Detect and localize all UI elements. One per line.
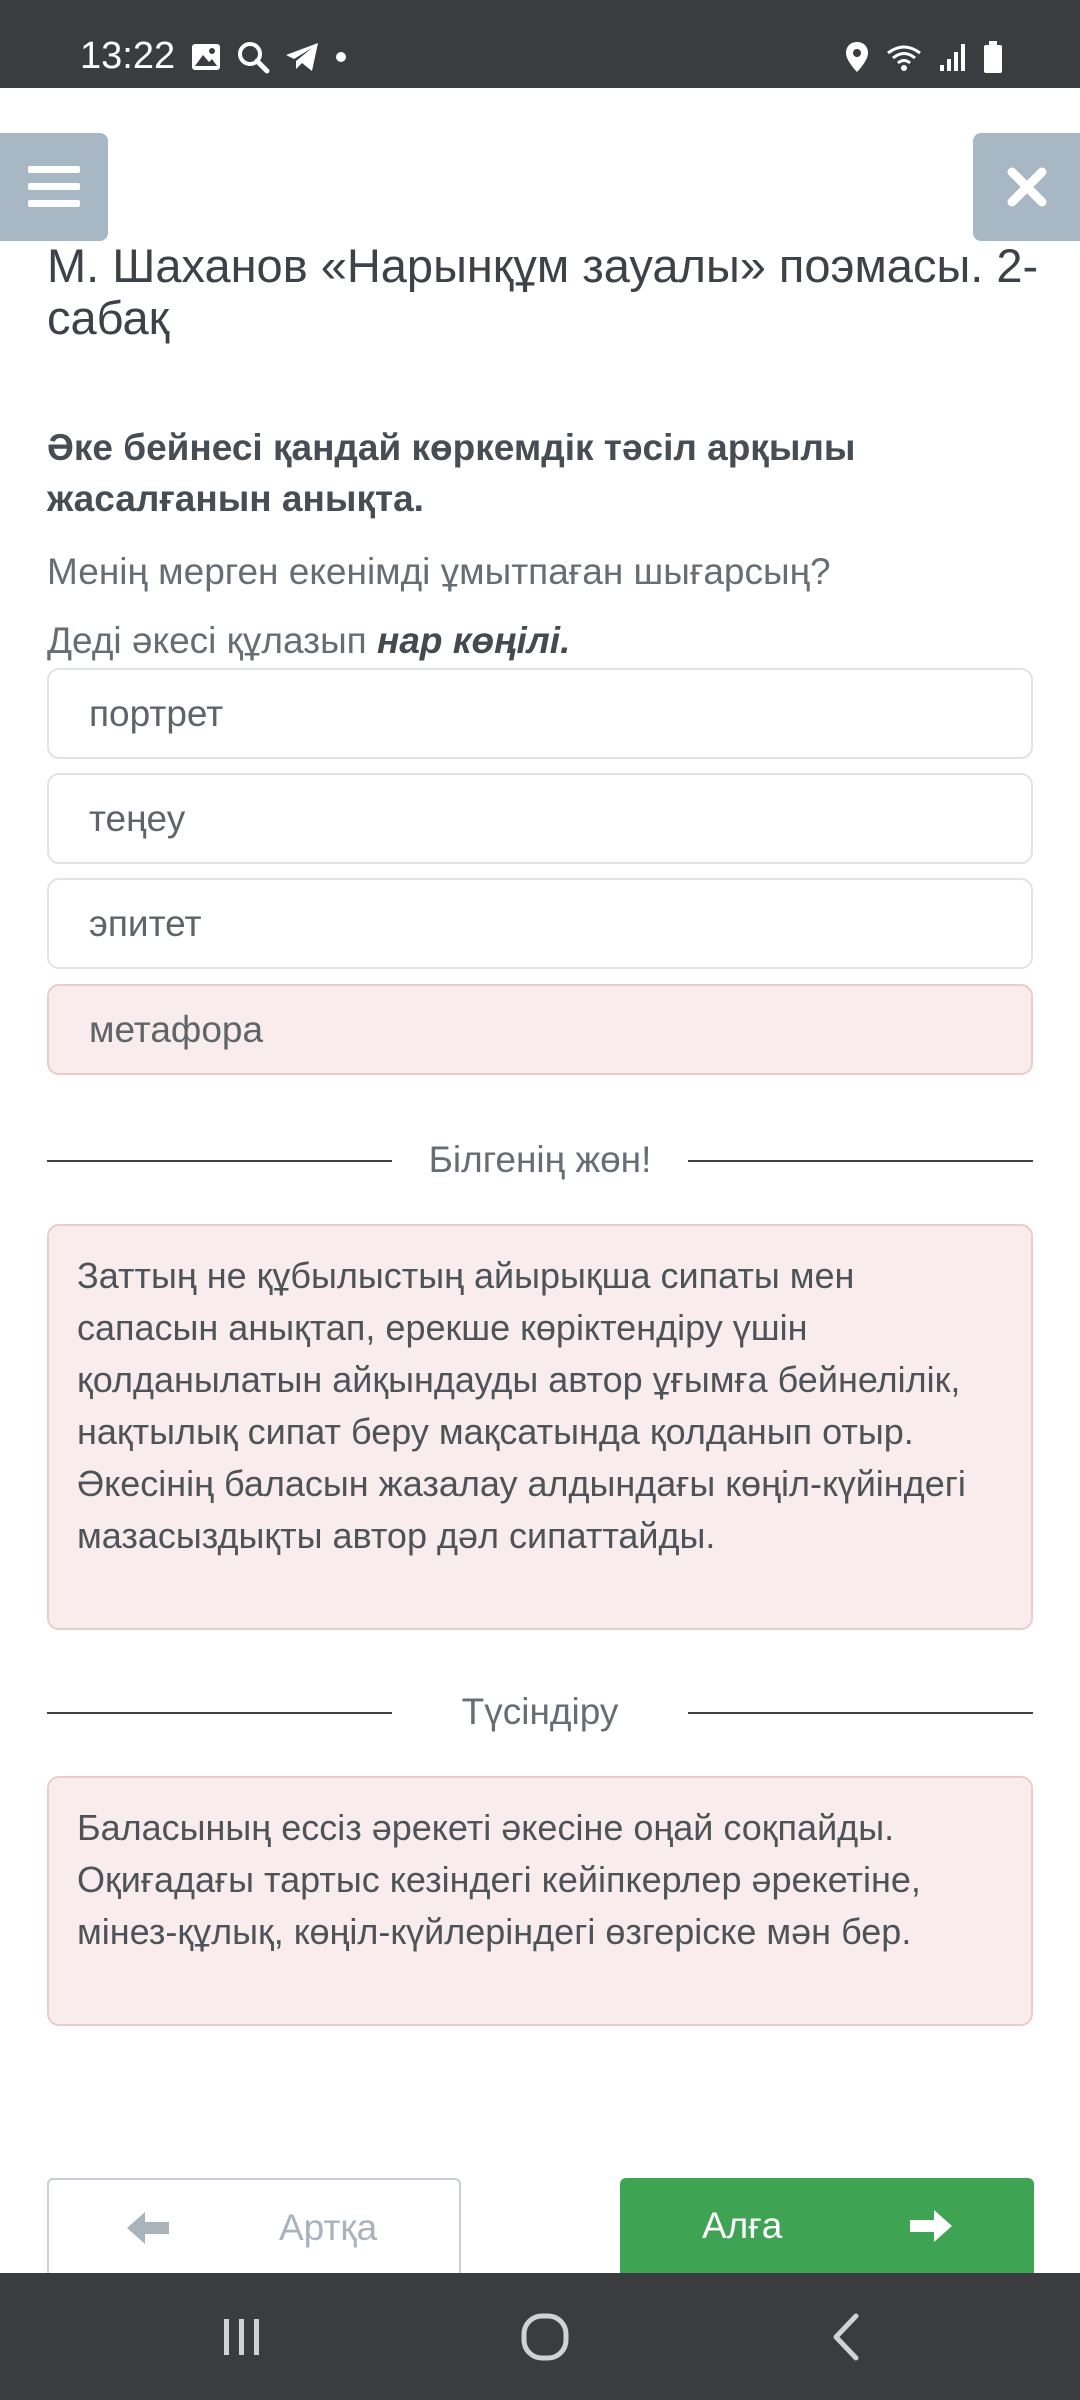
question-text: Әке бейнесі қандай көркемдік тәсіл арқыл…: [47, 427, 856, 519]
option-metafora[interactable]: метафора: [47, 984, 1033, 1075]
divider-line: [688, 1160, 1033, 1162]
feedback-divider: Білгенің жөн!: [47, 1135, 1033, 1185]
recent-apps-button[interactable]: [202, 2305, 282, 2369]
option-tenew[interactable]: теңеу: [47, 773, 1033, 864]
home-icon: [521, 2313, 569, 2361]
battery-icon: [984, 41, 1002, 73]
back-label: Артқа: [279, 2207, 378, 2248]
option-portret[interactable]: портрет: [47, 668, 1033, 759]
quote-line-1: Менің мерген екенімді ұмытпаған шығарсың…: [47, 551, 831, 592]
image-icon: [192, 44, 220, 70]
forward-button[interactable]: Алға: [620, 2178, 1034, 2278]
status-right-icons: [844, 40, 1004, 74]
quote-line-2-prefix: Деді әкесі құлазып: [47, 620, 377, 661]
telegram-icon: [286, 43, 318, 71]
divider-line: [688, 1712, 1033, 1714]
recent-apps-icon: [224, 2319, 259, 2355]
signal-icon: [940, 44, 965, 71]
page-title: М. Шаханов «Нарынқұм зауалы» поэмасы. 2-…: [47, 239, 1039, 344]
arrow-left-icon: [127, 2212, 169, 2244]
status-left-icons: [190, 40, 348, 74]
menu-button[interactable]: [0, 133, 108, 241]
arrow-right-icon: [910, 2210, 952, 2242]
home-button[interactable]: [505, 2305, 585, 2369]
status-bar: 13:22: [0, 0, 1080, 88]
status-time: 13:22: [80, 35, 176, 77]
option-label: портрет: [89, 692, 224, 734]
chevron-left-icon: [833, 2313, 859, 2361]
back-button[interactable]: Артқа: [47, 2178, 461, 2278]
explanation-heading: Түсіндіру: [461, 1691, 619, 1732]
option-epitet[interactable]: эпитет: [47, 878, 1033, 969]
system-nav-bar: [0, 2273, 1080, 2400]
option-label: эпитет: [89, 902, 202, 944]
feedback-box: Заттың не құбылыстың айырықша сипаты мен…: [47, 1224, 1033, 1630]
explanation-box: Баласының ессіз әрекеті әкесіне оңай соқ…: [47, 1776, 1033, 2026]
quote-emphasis: нар көңілі.: [376, 620, 571, 661]
divider-line: [47, 1160, 392, 1162]
divider-line: [47, 1712, 392, 1714]
search-icon: [238, 42, 270, 74]
option-label: теңеу: [89, 797, 186, 839]
dot-icon: [336, 52, 346, 62]
explanation-divider: Түсіндіру: [47, 1687, 1033, 1737]
close-button[interactable]: [973, 133, 1080, 241]
close-icon: [1007, 167, 1046, 207]
hamburger-icon: [28, 166, 80, 207]
wifi-icon: [887, 45, 921, 71]
forward-label: Алға: [702, 2205, 783, 2246]
feedback-heading: Білгенің жөн!: [428, 1139, 652, 1180]
option-label: метафора: [89, 1008, 264, 1050]
quote-line-2: Деді әкесі құлазып нар көңілі.: [47, 617, 570, 665]
location-icon: [846, 42, 868, 72]
back-nav-button[interactable]: [806, 2305, 886, 2369]
